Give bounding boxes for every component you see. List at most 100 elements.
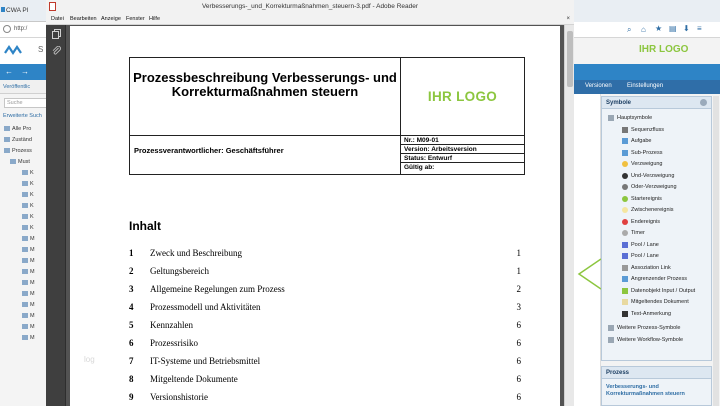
back-icon[interactable] xyxy=(3,25,11,33)
tab-settings[interactable]: Einstellungen xyxy=(627,83,663,89)
address-bar[interactable]: http:/ xyxy=(0,22,49,38)
process-panel: Prozess Verbesserungs- und Korrekturmaßn… xyxy=(601,366,712,406)
tree-item[interactable]: M xyxy=(22,247,35,257)
scrollbar-thumb[interactable] xyxy=(567,31,573,87)
tree-item[interactable]: Prozess xyxy=(4,148,32,158)
menu-help[interactable]: Hilfe xyxy=(149,16,160,22)
process-name[interactable]: Verbesserungs- und Korrekturmaßnahmen st… xyxy=(606,384,710,398)
attachment-icon[interactable] xyxy=(52,46,61,55)
toc-entry-page: 1 xyxy=(516,266,522,276)
tree-item[interactable]: K xyxy=(22,225,34,235)
star-icon[interactable]: ★ xyxy=(655,24,662,33)
folder-icon xyxy=(608,336,614,343)
browser-tab-strip xyxy=(573,0,720,22)
extended-search-link[interactable]: Erweiterte Such xyxy=(3,113,42,119)
tree-item[interactable]: K xyxy=(22,214,34,224)
folder-icon xyxy=(22,335,28,341)
menu-window[interactable]: Fenster xyxy=(126,16,145,22)
forward-arrow-icon[interactable]: → xyxy=(21,67,29,76)
search-input[interactable]: Suche xyxy=(4,98,48,108)
background-browser-right: ⌕ ⌂ ★ ▤ ⬇ ≡ IHR LOGO Versionen Einstellu… xyxy=(572,0,720,406)
pdf-page: Prozessbeschreibung Verbesserungs- und K… xyxy=(70,26,560,406)
tab-versions[interactable]: Versionen xyxy=(585,83,612,89)
folder-icon xyxy=(22,170,28,176)
tree-item[interactable]: M xyxy=(22,280,35,290)
toc-entry-page: 3 xyxy=(516,302,522,312)
document-scrollbar[interactable] xyxy=(564,25,574,406)
toc-entry[interactable]: 3 Allgemeine Regelungen zum Prozess 2 xyxy=(129,284,521,298)
menu-file[interactable]: Datei xyxy=(51,16,64,22)
window-title: Verbesserungs-_und_Korrekturmaßnahmen_st… xyxy=(201,3,419,10)
folder-icon xyxy=(4,148,10,154)
pages-icon[interactable] xyxy=(52,29,61,39)
tree-item[interactable]: M xyxy=(22,324,35,334)
toc-entry[interactable]: 4 Prozessmodell und Aktivitäten 3 xyxy=(129,302,521,316)
tree-item[interactable]: M xyxy=(22,302,35,312)
symbols-panel: Symbole Hauptsymbole Sequenzfluss Aufgabe S… xyxy=(601,96,712,361)
panel-scrollbar[interactable] xyxy=(713,96,719,406)
tree-item-label: K xyxy=(30,181,34,187)
menu-bar: Datei Bearbeiten Anzeige Fenster Hilfe × xyxy=(46,14,574,25)
tree-item-label: Alle Pro xyxy=(12,126,32,132)
back-arrow-icon[interactable]: ← xyxy=(5,67,13,76)
folder-icon xyxy=(22,280,28,286)
document-title: Prozessbeschreibung Verbesserungs- und K… xyxy=(133,70,397,99)
toc-entry-page: 6 xyxy=(516,374,522,384)
toc-entry-label-wrap: Mitgeltende Dokumente xyxy=(150,374,511,384)
toc-entry[interactable]: 9 Versionshistorie 6 xyxy=(129,392,521,406)
toc-entry[interactable]: 8 Mitgeltende Dokumente 6 xyxy=(129,374,521,388)
toc-entry-number: 9 xyxy=(129,392,134,402)
document-icon xyxy=(622,299,628,305)
toc-entry[interactable]: 6 Prozessrisiko 6 xyxy=(129,338,521,352)
toc-entry[interactable]: 2 Geltungsbereich 1 xyxy=(129,266,521,280)
reader-side-toolbar xyxy=(46,25,66,406)
tree-item[interactable]: K xyxy=(22,181,34,191)
toc-entry-page: 1 xyxy=(516,248,522,258)
tab-published[interactable]: Veröffentlic xyxy=(3,84,30,90)
company-logo: IHR LOGO xyxy=(639,44,689,55)
tree-item-label: M xyxy=(30,313,35,319)
tree-item-label: Must xyxy=(18,159,30,165)
tree-item[interactable]: M xyxy=(22,269,35,279)
toc-entry[interactable]: 1 Zweck und Beschreibung 1 xyxy=(129,248,521,262)
toc-entry-number: 5 xyxy=(129,320,134,330)
bookmark-icon[interactable]: ▤ xyxy=(669,24,677,33)
tree-item[interactable]: M xyxy=(22,291,35,301)
tree-item[interactable]: K xyxy=(22,170,34,180)
tree-item[interactable]: M xyxy=(22,335,35,345)
home-icon[interactable]: ⌂ xyxy=(641,25,646,34)
link-icon xyxy=(622,264,628,271)
tree-item-label: M xyxy=(30,236,35,242)
symbol-label: Hauptsymbole xyxy=(617,115,653,121)
background-browser-left: CWA Pl http:/ S ← → Veröffentlic Suche E… xyxy=(0,0,50,406)
diagram-canvas[interactable] xyxy=(573,94,601,406)
close-icon[interactable] xyxy=(700,99,707,106)
download-icon[interactable]: ⬇ xyxy=(683,24,690,33)
tree-item[interactable]: Must xyxy=(10,159,30,169)
tree-item[interactable]: M xyxy=(22,236,35,246)
tree-item[interactable]: M xyxy=(22,313,35,323)
browser-tab[interactable]: CWA Pl xyxy=(0,0,49,22)
folder-icon xyxy=(22,203,28,209)
search-icon[interactable]: ⌕ xyxy=(627,25,631,35)
tree-item[interactable]: K xyxy=(22,192,34,202)
menu-edit[interactable]: Bearbeiten xyxy=(70,16,97,22)
editor-tabs: Versionen Einstellungen xyxy=(573,80,720,94)
toc-entry-label: Zweck und Beschreibung xyxy=(150,248,243,258)
close-document-button[interactable]: × xyxy=(566,16,570,22)
symbol-label: Timer xyxy=(631,230,645,236)
toc-entry[interactable]: 7 IT-Systeme und Betriebsmittel 6 xyxy=(129,356,521,370)
task-icon xyxy=(622,138,628,144)
menu-view[interactable]: Anzeige xyxy=(101,16,121,22)
toc-entry-page: 6 xyxy=(516,338,522,348)
tree-item[interactable]: K xyxy=(22,203,34,213)
toc-entry-number: 2 xyxy=(129,266,134,276)
toc-entry-number: 4 xyxy=(129,302,134,312)
toc-entry[interactable]: 5 Kennzahlen 6 xyxy=(129,320,521,334)
tree-item[interactable]: Zuständ xyxy=(4,137,32,147)
address-bar-right[interactable]: ⌕ ⌂ ★ ▤ ⬇ ≡ xyxy=(573,22,720,38)
site-favicon-icon xyxy=(1,7,5,12)
tree-item[interactable]: M xyxy=(22,258,35,268)
tree-item[interactable]: Alle Pro xyxy=(4,126,31,136)
menu-icon[interactable]: ≡ xyxy=(697,24,702,33)
